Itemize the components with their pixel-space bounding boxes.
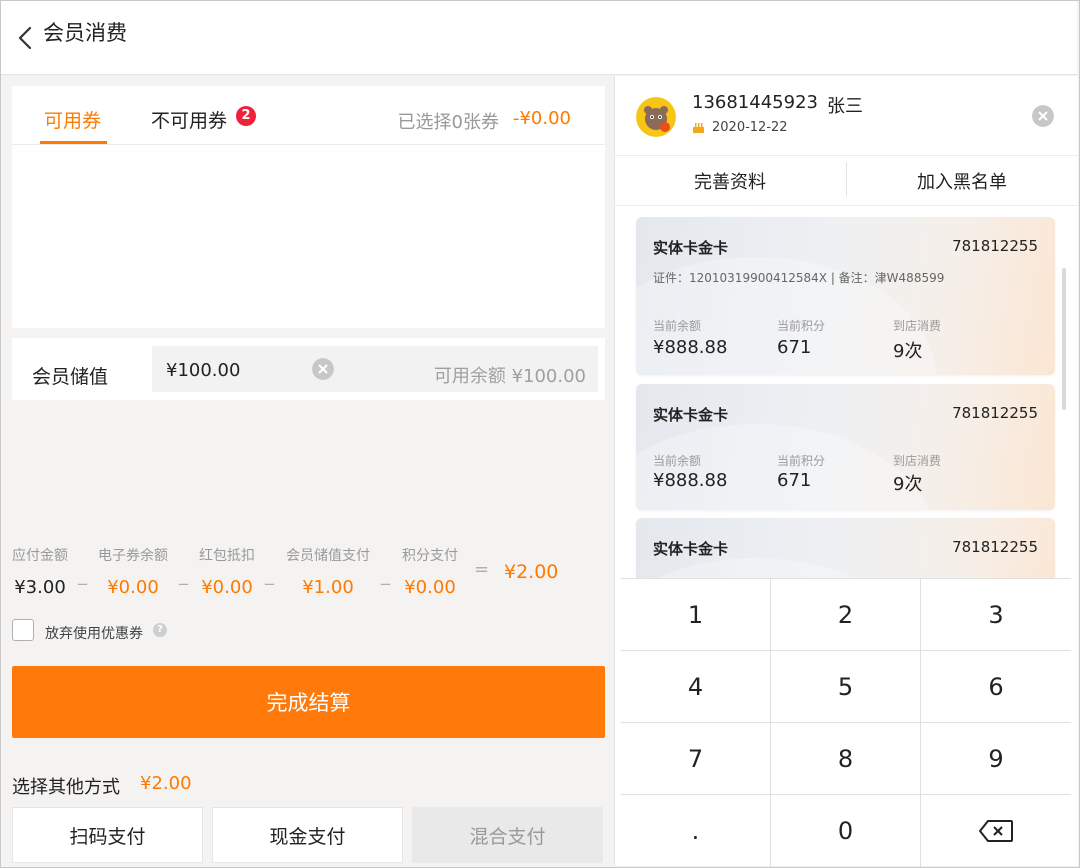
key-2[interactable]: 2 <box>771 579 921 651</box>
backspace-icon <box>979 820 1013 842</box>
key-6[interactable]: 6 <box>921 651 1071 723</box>
calc-stored-value-pay: 会员储值支付 ¥1.00 <box>286 545 370 598</box>
close-member-icon[interactable] <box>1032 105 1054 127</box>
page-title: 会员消费 <box>43 21 127 45</box>
calc-red-packet: 红包抵扣 ¥0.00 <box>199 545 255 598</box>
available-balance: 可用余额 ¥100.00 <box>433 366 586 387</box>
payment-breakdown: 应付金额 ¥3.00 _ 电子券余额 ¥0.00 _ 红包抵扣 ¥0.00 _ … <box>12 545 605 605</box>
key-7[interactable]: 7 <box>621 723 771 795</box>
key-0[interactable]: 0 <box>771 795 921 867</box>
calc-value: ¥3.00 <box>14 577 66 598</box>
member-avatar <box>636 97 676 137</box>
complete-profile-button[interactable]: 完善资料 <box>614 156 846 206</box>
member-actions: 完善资料 加入黑名单 <box>614 156 1078 206</box>
key-3[interactable]: 3 <box>921 579 1071 651</box>
key-8[interactable]: 8 <box>771 723 921 795</box>
stat-label: 当前积分 <box>777 319 826 333</box>
stat-value: 9次 <box>893 474 923 495</box>
calc-e-coupon: 电子券余额 ¥0.00 <box>98 545 168 598</box>
stat-value: ¥888.88 <box>653 470 728 491</box>
stat-value: ¥888.88 <box>653 337 728 358</box>
stored-value-amount: ¥100.00 <box>166 360 241 381</box>
minus-sign: _ <box>78 565 87 586</box>
numeric-keypad: 1 2 3 4 5 6 7 8 9 . 0 <box>621 578 1071 867</box>
birthday-cake-icon <box>693 123 704 133</box>
other-payment-amount: ¥2.00 <box>140 773 192 794</box>
calc-label: 积分支付 <box>402 548 458 564</box>
selected-coupon-count: 已选择0张券 <box>397 112 499 133</box>
key-dot[interactable]: . <box>621 795 771 867</box>
stat-value: 671 <box>777 470 812 491</box>
help-icon[interactable]: ? <box>153 623 167 637</box>
card-list-scrollbar[interactable] <box>1062 268 1066 410</box>
card-number: 781812255 <box>952 237 1038 255</box>
stat-label: 当前余额 <box>653 319 702 333</box>
stat-label: 当前余额 <box>653 454 702 468</box>
tabs-divider <box>12 144 605 145</box>
cash-pay-button[interactable]: 现金支付 <box>212 807 403 863</box>
stored-value-row: 会员储值 ¥100.00 可用余额 ¥100.00 <box>12 338 605 400</box>
member-card-list[interactable]: 实体卡金卡 781812255 证件：12010319900412584X | … <box>614 206 1078 578</box>
calc-value: ¥1.00 <box>302 577 354 598</box>
card-decoration <box>636 558 936 578</box>
minus-sign: _ <box>179 565 188 586</box>
clear-input-icon[interactable] <box>312 358 334 380</box>
scan-pay-button[interactable]: 扫码支付 <box>12 807 203 863</box>
selected-coupon-amount: -¥0.00 <box>512 108 571 129</box>
calc-label: 应付金额 <box>12 548 68 564</box>
minus-sign: _ <box>381 565 390 586</box>
member-phone: 13681445923 <box>692 92 818 113</box>
key-1[interactable]: 1 <box>621 579 771 651</box>
card-title: 实体卡金卡 <box>653 540 729 558</box>
abandon-coupon-label[interactable]: 放弃使用优惠券 <box>45 623 143 643</box>
stored-value-input[interactable]: ¥100.00 可用余额 ¥100.00 <box>152 346 598 392</box>
calc-label: 电子券余额 <box>98 548 168 564</box>
equals-sign: = <box>474 559 490 580</box>
other-payment-label: 选择其他方式 <box>12 777 120 798</box>
stat-value: 9次 <box>893 341 923 362</box>
stat-label: 到店消费 <box>893 454 942 468</box>
tab-available-coupons[interactable]: 可用券 <box>44 106 101 133</box>
card-title: 实体卡金卡 <box>653 406 729 424</box>
mixed-pay-button[interactable]: 混合支付 <box>412 807 603 863</box>
calc-value: ¥0.00 <box>201 577 253 598</box>
stored-value-label: 会员储值 <box>32 366 109 388</box>
coupon-panel: 可用券 不可用券 2 已选择0张券 -¥0.00 <box>12 86 605 328</box>
stat-value: 671 <box>777 337 812 358</box>
add-blacklist-button[interactable]: 加入黑名单 <box>846 156 1078 206</box>
stat-label: 当前积分 <box>777 454 826 468</box>
calc-label: 红包抵扣 <box>199 548 255 564</box>
key-5[interactable]: 5 <box>771 651 921 723</box>
top-bar: 会员消费 <box>1 1 1077 75</box>
calc-value: ¥0.00 <box>107 577 159 598</box>
abandon-coupon-checkbox[interactable] <box>12 619 34 641</box>
minus-sign: _ <box>265 565 274 586</box>
card-title: 实体卡金卡 <box>653 239 729 257</box>
key-4[interactable]: 4 <box>621 651 771 723</box>
member-name: 张三 <box>827 96 863 117</box>
card-detail: 证件：12010319900412584X | 备注：津W488599 <box>653 271 945 285</box>
calc-total: ¥2.00 <box>504 561 559 583</box>
unavailable-count-badge: 2 <box>236 106 256 126</box>
card-number: 781812255 <box>952 404 1038 422</box>
stat-label: 到店消费 <box>893 319 942 333</box>
calc-value: ¥0.00 <box>404 577 456 598</box>
card-number: 781812255 <box>952 538 1038 556</box>
calc-points-pay: 积分支付 ¥0.00 <box>402 545 458 598</box>
back-arrow-icon[interactable] <box>15 25 37 51</box>
calc-payable: 应付金额 ¥3.00 <box>12 545 68 598</box>
member-birthday: 2020-12-22 <box>712 120 788 135</box>
key-9[interactable]: 9 <box>921 723 1071 795</box>
member-header: 13681445923 张三 2020-12-22 <box>614 76 1078 156</box>
calc-label: 会员储值支付 <box>286 548 370 564</box>
member-card[interactable]: 实体卡金卡 781812255 当前余额 ¥888.88 当前积分 671 到店… <box>636 384 1055 510</box>
member-card[interactable]: 实体卡金卡 781812255 <box>636 518 1055 578</box>
tab-unavailable-coupons[interactable]: 不可用券 <box>151 106 227 133</box>
backspace-key[interactable] <box>921 795 1071 867</box>
member-card[interactable]: 实体卡金卡 781812255 证件：12010319900412584X | … <box>636 217 1055 375</box>
finish-checkout-button[interactable]: 完成结算 <box>12 666 605 738</box>
